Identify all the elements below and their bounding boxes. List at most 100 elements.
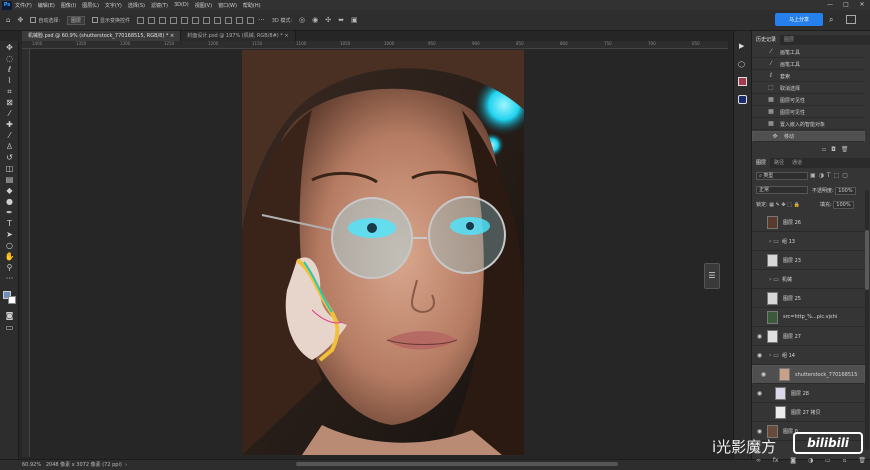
menu-item[interactable]: 编辑(E): [38, 2, 55, 9]
menu-item[interactable]: 文字(Y): [105, 2, 122, 9]
zoom-level[interactable]: 60.92%: [22, 462, 41, 468]
horizontal-scrollbar[interactable]: [296, 462, 618, 466]
visibility-eye-icon[interactable]: [755, 237, 764, 246]
distribute-middle-icon[interactable]: [214, 16, 222, 24]
history-item[interactable]: ℓ 套索: [752, 71, 865, 82]
align-bottom-icon[interactable]: [159, 16, 167, 24]
align-center-icon[interactable]: [181, 16, 189, 24]
ellipse-tool-icon[interactable]: ○: [4, 241, 15, 250]
tab-layers[interactable]: 图层: [752, 158, 771, 168]
quick-mask-icon[interactable]: ◙: [4, 311, 15, 320]
distribute-left-icon[interactable]: [236, 16, 244, 24]
auto-select-checkbox[interactable]: 自动选择:: [30, 17, 60, 24]
visibility-eye-icon[interactable]: ◉: [755, 427, 764, 436]
crop-tool-icon[interactable]: ⌗: [4, 87, 15, 96]
fill-input[interactable]: 100%: [833, 201, 854, 209]
align-left-icon[interactable]: [170, 16, 178, 24]
menu-item[interactable]: 滤镜(T): [151, 2, 168, 9]
3d-pan-icon[interactable]: ✣: [325, 16, 331, 24]
close-button[interactable]: ✕: [854, 0, 870, 10]
menu-item[interactable]: 图层(L): [82, 2, 99, 9]
layer-row[interactable]: ◉ 图层 27: [752, 327, 865, 346]
visibility-eye-icon[interactable]: ◉: [759, 370, 768, 379]
3d-roll-icon[interactable]: ◉: [312, 16, 318, 24]
distribute-bottom-icon[interactable]: [225, 16, 233, 24]
blur-tool-icon[interactable]: ◆: [4, 186, 15, 195]
more-options-icon[interactable]: ···: [258, 16, 265, 24]
tab-channels[interactable]: 通道: [788, 158, 806, 168]
menu-item[interactable]: 视图(V): [195, 2, 212, 9]
workspace-icon[interactable]: [846, 15, 856, 24]
brush-tool-icon[interactable]: ⁄: [4, 131, 15, 140]
lasso-tool-icon[interactable]: ℓ: [4, 65, 15, 74]
opacity-input[interactable]: 100%: [835, 187, 856, 195]
new-document-icon[interactable]: ▫: [822, 146, 831, 153]
quick-select-tool-icon[interactable]: ⌇: [4, 76, 15, 85]
move-tool-icon[interactable]: ✥: [17, 16, 23, 24]
auto-select-target-dropdown[interactable]: 图层: [67, 15, 86, 25]
align-right-icon[interactable]: [192, 16, 200, 24]
pixel-filter-icon[interactable]: ▣: [810, 172, 819, 179]
history-item[interactable]: ▦ 图层可见性: [752, 95, 865, 106]
adjustment-icon[interactable]: [738, 95, 747, 104]
layer-row[interactable]: ◉ › ▭ 组 14: [752, 346, 865, 365]
distribute-center-icon[interactable]: [247, 16, 255, 24]
layer-row[interactable]: 图层 25: [752, 289, 865, 308]
adjust-filter-icon[interactable]: ◑: [819, 172, 827, 179]
properties-toggle-button[interactable]: ☰: [704, 263, 720, 289]
history-item[interactable]: ▦ 图层可见性: [752, 107, 865, 118]
eraser-tool-icon[interactable]: ◫: [4, 164, 15, 173]
play-icon[interactable]: ▶: [739, 42, 744, 50]
tab-history[interactable]: 历史记录: [752, 35, 781, 45]
layer-row[interactable]: 图层 23: [752, 251, 865, 270]
menu-item[interactable]: 文件(F): [15, 2, 32, 9]
link-icon[interactable]: ∞: [756, 457, 761, 464]
photoshop-logo[interactable]: Ps: [2, 0, 12, 10]
3d-cube-icon[interactable]: ⬡: [738, 60, 745, 69]
trash-icon[interactable]: 🗑: [858, 457, 866, 464]
visibility-eye-icon[interactable]: [755, 294, 764, 303]
marquee-tool-icon[interactable]: ◌: [4, 54, 15, 63]
visibility-eye-icon[interactable]: ◉: [755, 351, 764, 360]
distribute-top-icon[interactable]: [203, 16, 211, 24]
type-filter-icon[interactable]: T: [827, 172, 834, 179]
history-item[interactable]: ⁄ 画笔工具: [752, 59, 865, 70]
3d-orbit-icon[interactable]: ◎: [299, 16, 305, 24]
share-button[interactable]: 马上分享: [775, 13, 823, 26]
layer-row[interactable]: › ▭ 机械: [752, 270, 865, 289]
layer-row[interactable]: ◉ 图层 28: [752, 384, 865, 403]
visibility-eye-icon[interactable]: [755, 275, 764, 284]
tab-fengmian[interactable]: 封面设计.psd @ 197% (机械, RGB/8#) * ×: [181, 31, 296, 41]
layer-row[interactable]: 图层 27 拷贝: [752, 403, 865, 422]
layers-scrollbar[interactable]: [865, 190, 869, 450]
pen-tool-icon[interactable]: ✒: [4, 208, 15, 217]
new-group-icon[interactable]: ▭: [825, 457, 831, 464]
menu-item[interactable]: 选择(S): [128, 2, 145, 9]
blend-mode-dropdown[interactable]: 正常: [756, 186, 808, 194]
more-tools-icon[interactable]: ···: [4, 274, 15, 283]
layer-row[interactable]: src=http_%...pic.vjshi: [752, 308, 865, 327]
align-middle-icon[interactable]: [148, 16, 156, 24]
lock-all-icon[interactable]: 🔒: [794, 202, 800, 208]
frame-tool-icon[interactable]: ⊠: [4, 98, 15, 107]
smart-filter-icon[interactable]: ▢: [842, 172, 851, 179]
home-icon[interactable]: ⌂: [6, 16, 10, 24]
lock-artboard-icon[interactable]: ⬚: [787, 202, 792, 208]
folder-icon[interactable]: › ▭: [769, 276, 779, 283]
history-item[interactable]: ✥ 移动: [752, 131, 865, 142]
snapshot-icon[interactable]: ◘: [831, 146, 841, 153]
folder-icon[interactable]: › ▭: [769, 238, 779, 245]
layer-row[interactable]: ◉ shutterstock_770168515: [752, 365, 865, 384]
background-color-swatch[interactable]: [8, 296, 16, 304]
visibility-eye-icon[interactable]: [755, 256, 764, 265]
trash-icon[interactable]: 🗑: [841, 146, 854, 153]
tab-paths[interactable]: 路径: [770, 158, 788, 168]
adjustment-layer-icon[interactable]: ◑: [808, 457, 813, 464]
screen-mode-icon[interactable]: ▭: [4, 323, 15, 332]
folder-icon[interactable]: › ▭: [769, 352, 779, 359]
move-tool-icon[interactable]: ✥: [4, 43, 15, 52]
new-layer-icon[interactable]: ▫: [842, 457, 846, 464]
align-top-icon[interactable]: [137, 16, 145, 24]
clone-stamp-tool-icon[interactable]: ♙: [4, 142, 15, 151]
menu-item[interactable]: 3D(D): [174, 2, 189, 8]
